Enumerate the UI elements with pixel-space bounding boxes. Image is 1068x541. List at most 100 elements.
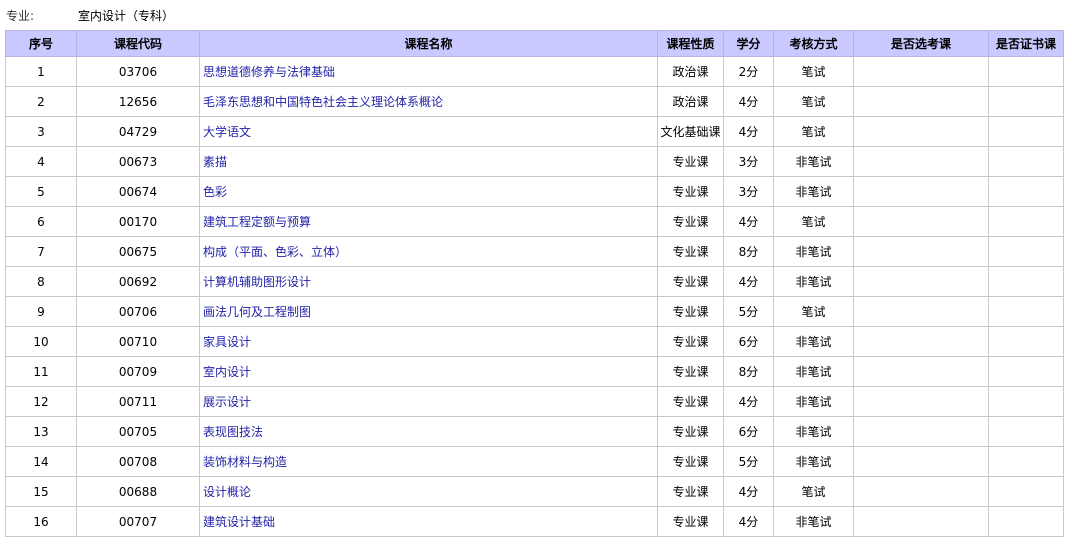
cell-code: 00708 [76, 446, 200, 477]
table-row: 5 00674 色彩 专业课 3分 非笔试 [5, 176, 1064, 207]
cell-elective [853, 116, 989, 147]
major-value: 室内设计（专科） [78, 8, 175, 23]
course-name-link[interactable]: 计算机辅助图形设计 [203, 275, 311, 289]
table-row: 15 00688 设计概论 专业课 4分 笔试 [5, 476, 1064, 507]
course-name-link[interactable]: 构成（平面、色彩、立体） [203, 245, 347, 259]
course-name-link[interactable]: 建筑工程定额与预算 [203, 215, 311, 229]
course-name-link[interactable]: 设计概论 [203, 485, 251, 499]
cell-exam: 笔试 [773, 296, 854, 327]
cell-type: 专业课 [657, 206, 724, 237]
course-name-link[interactable]: 大学语文 [203, 125, 251, 139]
cell-no: 15 [5, 476, 77, 507]
cell-no: 4 [5, 146, 77, 177]
cell-credits: 4分 [723, 86, 774, 117]
cell-name: 建筑设计基础 [199, 506, 658, 537]
cell-type: 专业课 [657, 476, 724, 507]
table-row: 12 00711 展示设计 专业课 4分 非笔试 [5, 386, 1064, 417]
table-row: 11 00709 室内设计 专业课 8分 非笔试 [5, 356, 1064, 387]
cell-type: 专业课 [657, 326, 724, 357]
cell-no: 10 [5, 326, 77, 357]
cell-type: 专业课 [657, 506, 724, 537]
cell-code: 03706 [76, 56, 200, 87]
cell-code: 00707 [76, 506, 200, 537]
cell-no: 14 [5, 446, 77, 477]
cell-name: 展示设计 [199, 386, 658, 417]
header-no: 序号 [5, 30, 77, 57]
cell-certificate [988, 296, 1064, 327]
table-row: 6 00170 建筑工程定额与预算 专业课 4分 笔试 [5, 206, 1064, 237]
cell-name: 构成（平面、色彩、立体） [199, 236, 658, 267]
cell-no: 12 [5, 386, 77, 417]
table-row: 8 00692 计算机辅助图形设计 专业课 4分 非笔试 [5, 266, 1064, 297]
course-name-link[interactable]: 思想道德修养与法律基础 [203, 65, 335, 79]
cell-certificate [988, 236, 1064, 267]
cell-name: 家具设计 [199, 326, 658, 357]
major-line: 专业: 室内设计（专科） [6, 5, 174, 25]
cell-certificate [988, 326, 1064, 357]
header-exam: 考核方式 [773, 30, 854, 57]
cell-no: 2 [5, 86, 77, 117]
cell-credits: 4分 [723, 206, 774, 237]
course-name-link[interactable]: 色彩 [203, 185, 227, 199]
cell-exam: 笔试 [773, 86, 854, 117]
table-row: 2 12656 毛泽东思想和中国特色社会主义理论体系概论 政治课 4分 笔试 [5, 86, 1064, 117]
cell-name: 色彩 [199, 176, 658, 207]
table-row: 1 03706 思想道德修养与法律基础 政治课 2分 笔试 [5, 56, 1064, 87]
cell-elective [853, 296, 989, 327]
course-name-link[interactable]: 展示设计 [203, 395, 251, 409]
table-row: 16 00707 建筑设计基础 专业课 4分 非笔试 [5, 506, 1064, 537]
cell-exam: 非笔试 [773, 266, 854, 297]
cell-credits: 4分 [723, 116, 774, 147]
cell-no: 3 [5, 116, 77, 147]
cell-type: 文化基础课 [657, 116, 724, 147]
cell-exam: 笔试 [773, 476, 854, 507]
cell-type: 专业课 [657, 296, 724, 327]
cell-code: 00692 [76, 266, 200, 297]
header-code: 课程代码 [76, 30, 200, 57]
cell-elective [853, 446, 989, 477]
cell-name: 建筑工程定额与预算 [199, 206, 658, 237]
cell-exam: 非笔试 [773, 506, 854, 537]
cell-credits: 4分 [723, 386, 774, 417]
cell-no: 9 [5, 296, 77, 327]
cell-no: 6 [5, 206, 77, 237]
course-name-link[interactable]: 室内设计 [203, 365, 251, 379]
cell-code: 00706 [76, 296, 200, 327]
cell-code: 00673 [76, 146, 200, 177]
cell-type: 专业课 [657, 176, 724, 207]
course-name-link[interactable]: 毛泽东思想和中国特色社会主义理论体系概论 [203, 95, 443, 109]
cell-type: 专业课 [657, 446, 724, 477]
cell-exam: 非笔试 [773, 326, 854, 357]
course-table: 序号 课程代码 课程名称 课程性质 学分 考核方式 是否选考课 是否证书课 10… [5, 30, 1064, 537]
cell-credits: 3分 [723, 176, 774, 207]
cell-certificate [988, 116, 1064, 147]
header-name: 课程名称 [199, 30, 658, 57]
cell-credits: 4分 [723, 506, 774, 537]
cell-no: 11 [5, 356, 77, 387]
cell-elective [853, 386, 989, 417]
course-name-link[interactable]: 家具设计 [203, 335, 251, 349]
cell-credits: 2分 [723, 56, 774, 87]
course-name-link[interactable]: 装饰材料与构造 [203, 455, 287, 469]
course-name-link[interactable]: 建筑设计基础 [203, 515, 275, 529]
cell-elective [853, 476, 989, 507]
cell-code: 00709 [76, 356, 200, 387]
cell-certificate [988, 266, 1064, 297]
cell-no: 1 [5, 56, 77, 87]
cell-credits: 5分 [723, 446, 774, 477]
cell-elective [853, 86, 989, 117]
cell-exam: 非笔试 [773, 386, 854, 417]
cell-name: 装饰材料与构造 [199, 446, 658, 477]
cell-code: 00688 [76, 476, 200, 507]
cell-exam: 非笔试 [773, 446, 854, 477]
cell-certificate [988, 86, 1064, 117]
cell-exam: 笔试 [773, 206, 854, 237]
cell-code: 00710 [76, 326, 200, 357]
course-name-link[interactable]: 画法几何及工程制图 [203, 305, 311, 319]
cell-certificate [988, 176, 1064, 207]
cell-type: 政治课 [657, 86, 724, 117]
course-name-link[interactable]: 素描 [203, 155, 227, 169]
course-name-link[interactable]: 表现图技法 [203, 425, 263, 439]
cell-code: 04729 [76, 116, 200, 147]
cell-certificate [988, 386, 1064, 417]
